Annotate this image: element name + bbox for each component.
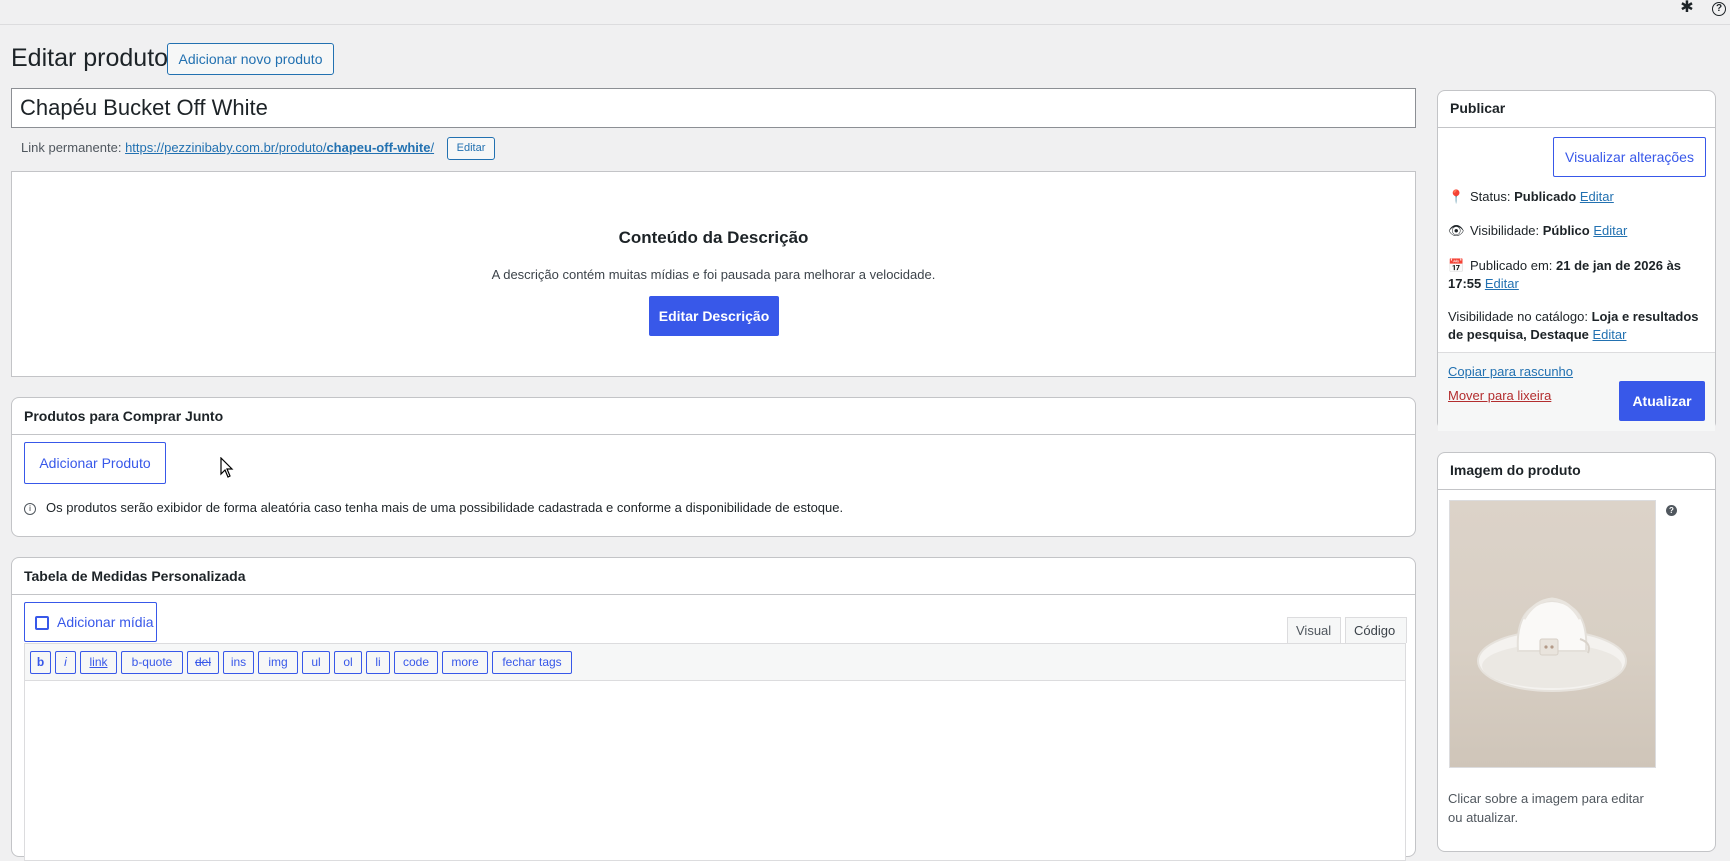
update-button[interactable]: Atualizar: [1619, 381, 1705, 421]
quicktag-ol[interactable]: ol: [334, 651, 362, 674]
visibility-label: Visibilidade:: [1470, 223, 1540, 238]
visibility-edit-link[interactable]: Editar: [1593, 223, 1627, 238]
add-media-button[interactable]: Adicionar mídia: [24, 602, 157, 642]
mouse-cursor-icon: [220, 457, 234, 478]
visibility-value: Público: [1542, 223, 1590, 238]
product-image[interactable]: [1449, 500, 1656, 768]
size-table-title: Tabela de Medidas Personalizada: [24, 568, 246, 584]
description-heading: Conteúdo da Descrição: [618, 228, 809, 247]
buy-together-info: i Os produtos serão exibidor de forma ale…: [24, 500, 843, 515]
permalink: Link permanente: https://pezzinibaby.com…: [21, 140, 434, 155]
help-icon[interactable]: ?: [1666, 505, 1677, 516]
tab-code[interactable]: Código: [1345, 617, 1407, 643]
catalog-label: Visibilidade no catálogo:: [1448, 309, 1588, 324]
description-paused-text: A descrição contém muitas mídias e foi p…: [491, 267, 936, 282]
buy-together-title: Produtos para Comprar Junto: [24, 408, 224, 424]
buy-together-header: Produtos para Comprar Junto: [12, 398, 1415, 435]
quicktag-img[interactable]: img: [258, 651, 298, 674]
product-image-title: Imagem do produto: [1450, 462, 1581, 478]
bucket-hat-illustration: [1477, 597, 1627, 692]
preview-changes-button[interactable]: Visualizar alterações: [1553, 137, 1706, 177]
move-to-trash-link[interactable]: Mover para lixeira: [1448, 388, 1551, 403]
permalink-base: https://pezzinibaby.com.br/produto/: [125, 140, 327, 155]
product-image-caption: Clicar sobre a imagem para editar ou atu…: [1448, 791, 1644, 825]
admin-topbar: ✱ ?: [0, 0, 1730, 25]
product-title-input[interactable]: Chapéu Bucket Off White: [11, 88, 1416, 128]
pin-icon: 📍: [1448, 189, 1465, 204]
help-icon[interactable]: ?: [1712, 2, 1726, 16]
tab-visual[interactable]: Visual: [1287, 617, 1341, 643]
permalink-link[interactable]: https://pezzinibaby.com.br/produto/chape…: [125, 140, 434, 155]
publish-box: Publicar Visualizar alterações 📍 Status: …: [1437, 90, 1716, 431]
permalink-label: Link permanente:: [21, 140, 122, 155]
quicktag-code[interactable]: code: [394, 651, 438, 674]
quicktag-link[interactable]: link: [80, 651, 117, 674]
description-panel: Conteúdo da Descrição A descrição contém…: [11, 171, 1416, 377]
quicktag-ul[interactable]: ul: [302, 651, 330, 674]
published-date-row: 📅 Publicado em: 21 de jan de 2026 às 17:5…: [1448, 257, 1705, 293]
status-row: 📍 Status: Publicado Editar: [1448, 188, 1705, 206]
product-image-box: Imagem do produto ? Clicar sobre a image…: [1437, 452, 1716, 852]
quicktag-li[interactable]: li: [366, 651, 390, 674]
status-label: Status:: [1470, 189, 1511, 204]
published-edit-link[interactable]: Editar: [1485, 276, 1519, 291]
add-media-label: Adicionar mídia: [57, 614, 154, 630]
info-icon: i: [24, 503, 36, 515]
product-image-header: Imagem do produto: [1438, 453, 1715, 490]
eye-icon: 👁: [1448, 223, 1465, 238]
permalink-edit-button[interactable]: Editar: [447, 137, 495, 160]
status-value: Publicado: [1514, 189, 1577, 204]
media-icon: [35, 616, 49, 630]
status-edit-link[interactable]: Editar: [1580, 189, 1614, 204]
quicktag-more[interactable]: more: [442, 651, 488, 674]
catalog-visibility-row: Visibilidade no catálogo: Loja e resulta…: [1448, 308, 1705, 344]
quicktags-toolbar: b i link b-quote del ins img ul ol li co…: [24, 643, 1406, 681]
permalink-slug: chapeu-off-white: [326, 140, 431, 155]
size-table-header: Tabela de Medidas Personalizada: [12, 558, 1415, 595]
quicktag-close-tags[interactable]: fechar tags: [492, 651, 572, 674]
quicktag-del[interactable]: del: [187, 651, 219, 674]
publish-title: Publicar: [1450, 100, 1506, 116]
calendar-icon: 📅: [1448, 258, 1465, 273]
visibility-row: 👁 Visibilidade: Público Editar: [1448, 222, 1705, 240]
permalink-trailing: /: [430, 140, 435, 155]
publish-header: Publicar: [1438, 91, 1715, 128]
add-product-button[interactable]: Adicionar Produto: [24, 442, 166, 484]
add-new-product-button[interactable]: Adicionar novo produto: [167, 43, 334, 75]
page-title: Editar produto: [11, 44, 169, 72]
buy-together-info-text: Os produtos serão exibidor de forma alea…: [46, 500, 844, 515]
quicktag-bold[interactable]: b: [30, 651, 51, 674]
edit-description-button[interactable]: Editar Descrição: [649, 296, 779, 336]
catalog-edit-link[interactable]: Editar: [1593, 327, 1627, 342]
publish-actions: Copiar para rascunho Mover para lixeira …: [1438, 352, 1715, 431]
gear-icon[interactable]: ✱: [1678, 0, 1696, 18]
published-label: Publicado em:: [1470, 258, 1553, 273]
quicktag-italic[interactable]: i: [55, 651, 76, 674]
quicktag-blockquote[interactable]: b-quote: [121, 651, 183, 674]
copy-to-draft-link[interactable]: Copiar para rascunho: [1448, 364, 1573, 379]
size-table-panel: Tabela de Medidas Personalizada Adiciona…: [11, 557, 1416, 861]
size-table-editor[interactable]: [24, 681, 1406, 861]
quicktag-ins[interactable]: ins: [223, 651, 254, 674]
